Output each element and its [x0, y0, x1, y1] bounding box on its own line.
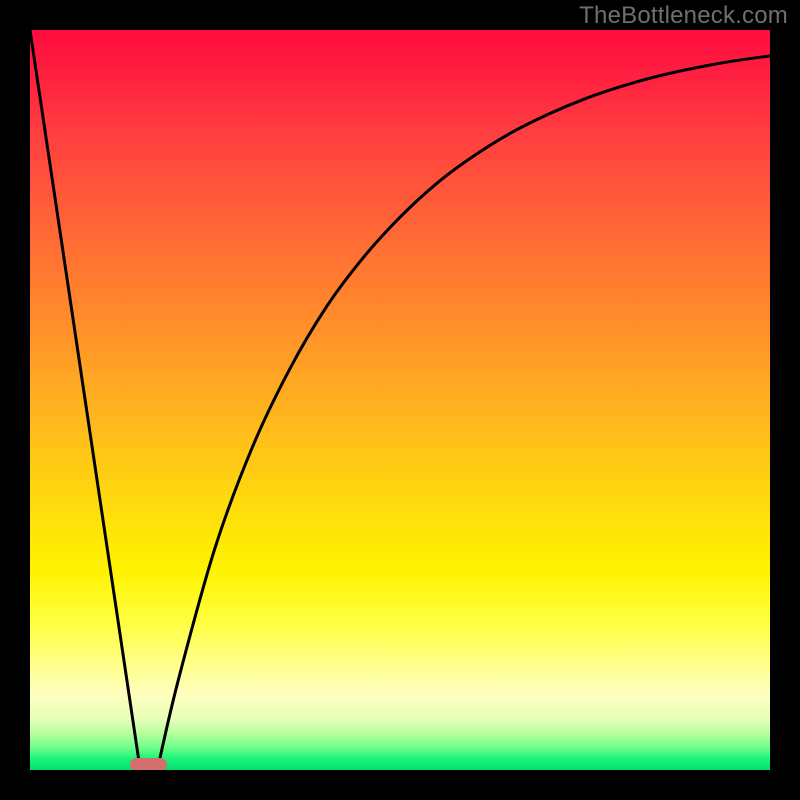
- left-branch-line: [30, 30, 140, 770]
- chart-canvas: TheBottleneck.com: [0, 0, 800, 800]
- curve-layer: [30, 30, 770, 770]
- bottleneck-marker: [130, 758, 167, 770]
- plot-area: [30, 30, 770, 770]
- right-branch-line: [157, 56, 770, 770]
- watermark-text: TheBottleneck.com: [579, 2, 788, 30]
